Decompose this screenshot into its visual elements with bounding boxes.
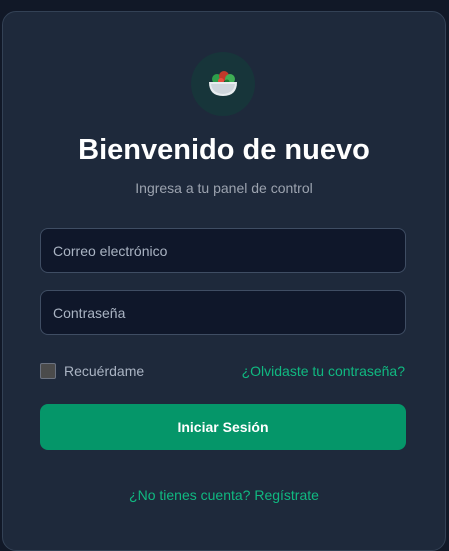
page-title: Bienvenido de nuevo: [78, 134, 370, 166]
page-subtitle: Ingresa a tu panel de control: [135, 180, 313, 196]
signup-link[interactable]: ¿No tienes cuenta? Regístrate: [3, 486, 445, 504]
email-field[interactable]: [40, 228, 406, 273]
forgot-password-link[interactable]: ¿Olvidaste tu contraseña?: [242, 362, 405, 380]
logo: [191, 52, 255, 116]
salad-bowl-icon: [209, 71, 237, 96]
password-field[interactable]: [40, 290, 406, 335]
login-card: Bienvenido de nuevo Ingresa a tu panel d…: [2, 11, 446, 551]
login-button[interactable]: Iniciar Sesión: [40, 404, 406, 450]
remember-checkbox[interactable]: [40, 363, 56, 379]
remember-me[interactable]: Recuérdame: [40, 362, 144, 380]
remember-label: Recuérdame: [64, 363, 145, 379]
